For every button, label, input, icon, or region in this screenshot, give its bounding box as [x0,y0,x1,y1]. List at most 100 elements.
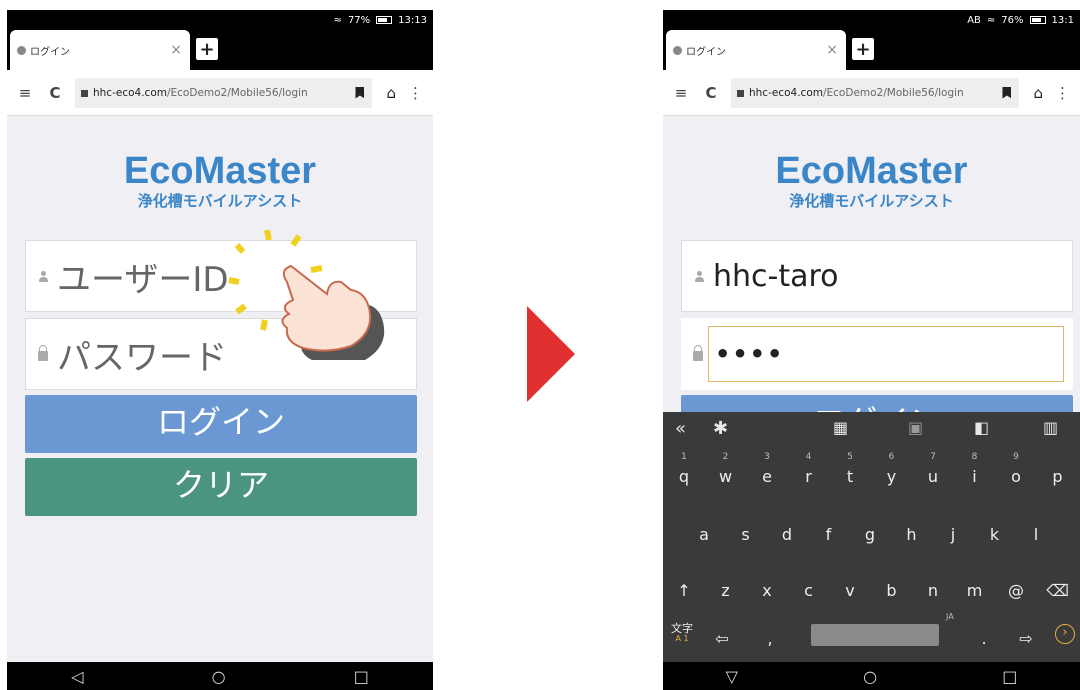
menu-icon[interactable]: ≡ [669,84,693,102]
cursor-left-label: ⇦ [715,629,729,648]
login-button[interactable]: ログイン [25,395,417,453]
key-e[interactable]: 3e [748,450,786,494]
app-logo: EcoMaster 浄化槽モバイルアシスト [7,150,433,211]
key-c[interactable]: c [790,564,828,608]
key-k[interactable]: k [976,508,1014,552]
close-tab-icon[interactable]: × [170,42,182,58]
key-⌫[interactable]: ⌫ [1039,564,1077,608]
keyboard-icon[interactable]: ▦ [833,418,848,437]
reload-icon[interactable]: C [43,84,67,102]
clock: 13:1 [1051,14,1074,26]
more-icon[interactable]: ⋮ [1055,84,1070,102]
key-w[interactable]: 2w [707,450,745,494]
enter-key[interactable]: › [1055,612,1077,656]
key-g[interactable]: g [851,508,889,552]
bookmark-icon[interactable] [1002,86,1012,99]
clear-button[interactable]: クリア [25,458,417,516]
settings-icon[interactable]: ✱ [713,418,728,439]
key-number-hint: 3 [764,452,770,462]
key-p[interactable]: p [1039,450,1077,494]
key-label: f [825,525,832,544]
globe-icon [17,45,26,55]
comma-key[interactable]: , [751,612,789,656]
kana-icon[interactable]: ▣ [908,418,923,437]
ime-indicator: AB [967,14,981,26]
key-number-hint: 8 [971,452,978,462]
home-icon[interactable]: ⌂ [1033,84,1043,102]
key-i[interactable]: 8i [956,450,994,494]
logo-subtitle: 浄化槽モバイルアシスト [789,192,954,210]
key-@[interactable]: @ [997,564,1035,608]
recent-apps-icon[interactable]: □ [1002,667,1017,686]
mode-key[interactable]: 文字 A 1 [667,612,697,656]
key-f[interactable]: f [810,508,848,552]
collapse-icon[interactable]: « [675,418,686,439]
lock-icon [38,344,48,361]
new-tab-button[interactable]: + [196,38,218,60]
key-v[interactable]: v [831,564,869,608]
close-tab-icon[interactable]: × [826,42,838,58]
key-u[interactable]: 7u [914,450,952,494]
key-o[interactable]: 9o [997,450,1035,494]
key-x[interactable]: x [748,564,786,608]
cursor-left-key[interactable]: ⇦ [703,612,741,656]
key-number-hint: 6 [888,452,895,462]
back-icon[interactable]: ◁ [71,667,83,686]
key-↑[interactable]: ↑ [665,564,703,608]
menu-icon[interactable]: ≡ [13,84,37,102]
url-path: /EcoDemo2/Mobile56/login [166,86,308,99]
logo-brand: EcoMaster [123,150,317,192]
key-label: w [718,467,733,486]
new-tab-button[interactable]: + [852,38,874,60]
browser-tab[interactable]: ログイン × [666,30,846,70]
logo-subtitle: 浄化槽モバイルアシスト [137,192,303,210]
key-y[interactable]: 6y [873,450,911,494]
key-label: s [741,525,750,544]
more-icon[interactable]: ⋮ [408,84,423,102]
reload-icon[interactable]: C [699,84,723,102]
dictionary-icon[interactable]: ◧ [974,418,989,437]
browser-tab[interactable]: ログイン × [10,30,190,70]
keyboard-row-1: 1q2w3e4r5t6y7u8i9op [663,450,1080,500]
key-t[interactable]: 5t [831,450,869,494]
period-key[interactable]: . [965,612,1003,656]
key-label: u [927,467,939,486]
key-j[interactable]: j [934,508,972,552]
key-q[interactable]: 1q [665,450,703,494]
key-label: ⌫ [1046,581,1069,600]
url-bar[interactable]: hhc-eco4.com /EcoDemo2/Mobile56/login [731,77,1020,108]
battery-icon [1029,16,1046,24]
phone-before: ≈ 77% 13:13 ログイン × + ≡ C hhc-eco4.com /E… [7,10,433,690]
home-icon[interactable]: ⌂ [386,84,396,102]
key-s[interactable]: s [727,508,765,552]
home-circle-icon[interactable]: ○ [212,667,226,686]
user-id-field[interactable]: hhc-taro [681,240,1073,312]
key-label: o [1011,467,1021,486]
layout-icon[interactable]: ▥ [1043,418,1058,437]
key-d[interactable]: d [768,508,806,552]
cursor-right-key[interactable]: ⇨ [1007,612,1045,656]
key-h[interactable]: h [893,508,931,552]
key-l[interactable]: l [1017,508,1055,552]
back-icon[interactable]: ▽ [726,667,738,686]
phone-after: AB ≈ 76% 13:1 ログイン × + ≡ C hhc-eco4.com … [663,10,1080,690]
cursor-right-label: ⇨ [1019,629,1033,648]
comma-label: , [767,629,773,648]
key-m[interactable]: m [956,564,994,608]
key-label: l [1033,525,1039,544]
lock-icon [693,344,703,361]
url-bar[interactable]: hhc-eco4.com /EcoDemo2/Mobile56/login [75,77,373,108]
password-field[interactable]: •••• [708,326,1064,382]
keyboard-row-4: 文字 A 1 ⇦ , JA . ⇨ › [663,612,1080,662]
key-b[interactable]: b [873,564,911,608]
recent-apps-icon[interactable]: □ [354,667,369,686]
home-circle-icon[interactable]: ○ [863,667,877,686]
bookmark-icon[interactable] [355,86,365,99]
key-a[interactable]: a [685,508,723,552]
space-key[interactable] [811,624,939,646]
key-n[interactable]: n [914,564,952,608]
key-z[interactable]: z [707,564,745,608]
key-r[interactable]: 4r [790,450,828,494]
key-label: h [906,525,917,544]
clock: 13:13 [398,14,427,26]
